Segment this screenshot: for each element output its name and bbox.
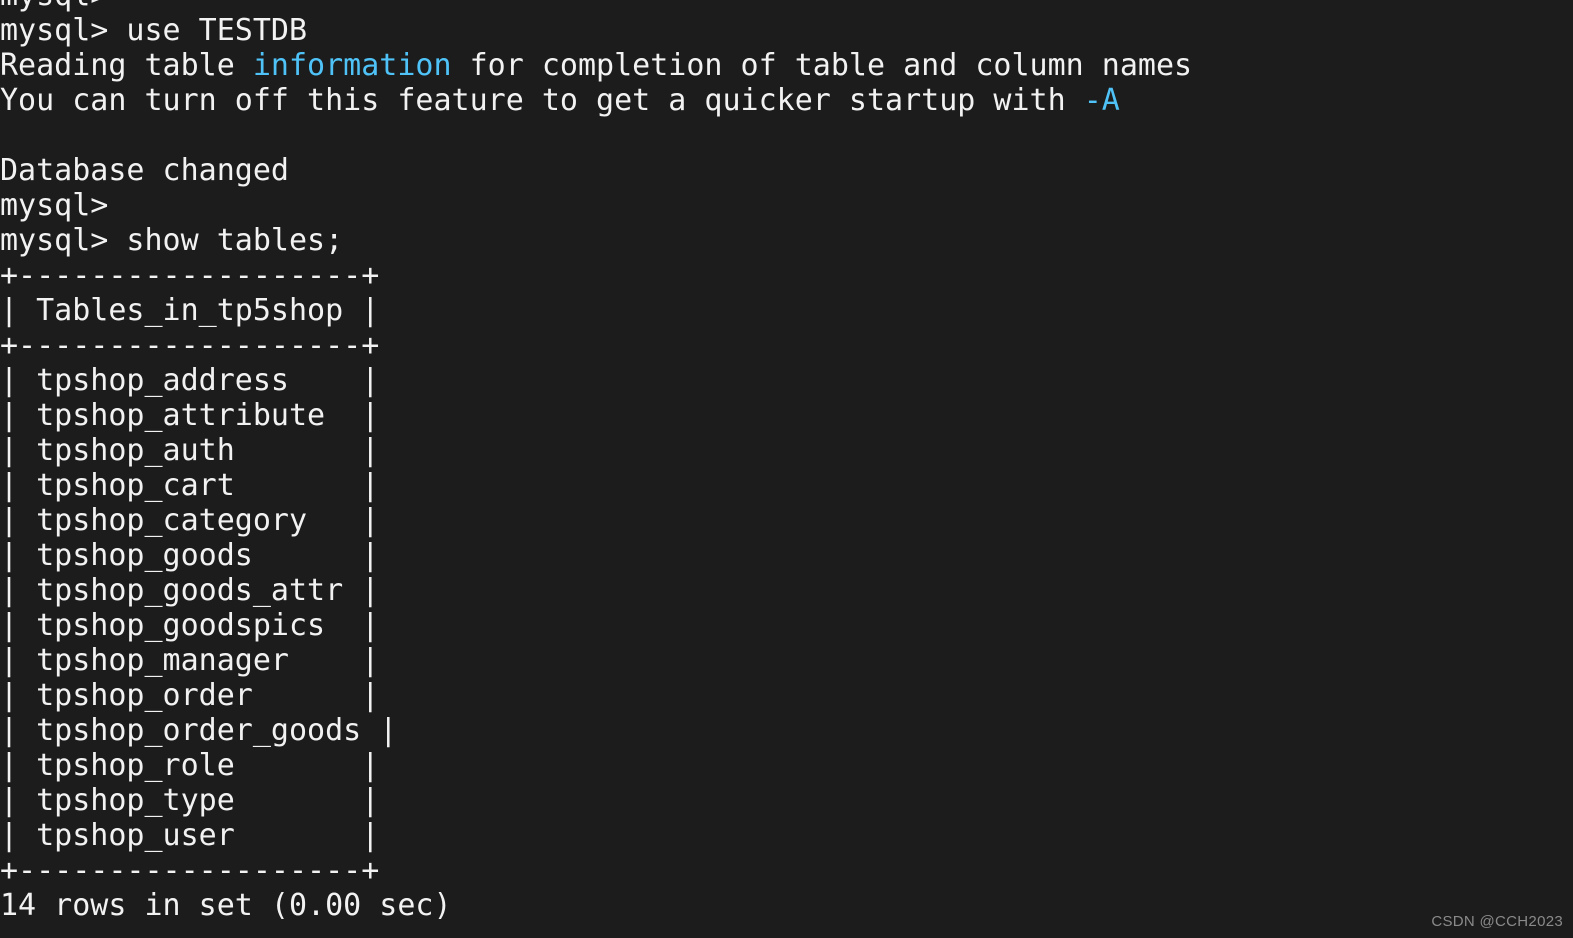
line-1-use-testdb-seg-0: mysql> use TESTDB xyxy=(0,13,308,48)
line-18-row-goodspics: | tpshop_goodspics | xyxy=(0,608,1573,643)
line-15-row-category: | tpshop_category | xyxy=(0,503,1573,538)
line-10-rule-mid: +-------------------+ xyxy=(0,328,1573,363)
line-3-turn-off-seg-1: -A xyxy=(1083,83,1120,118)
line-16-row-goods-seg-0: | tpshop_goods | xyxy=(0,538,380,573)
line-0-partial-prompt-seg-0: mysql> xyxy=(0,0,108,13)
line-21-row-order-goods: | tpshop_order_goods | xyxy=(0,713,1573,748)
line-7-show-tables-seg-0: mysql> show tables; xyxy=(0,223,344,258)
line-2-reading-table-seg-1: information xyxy=(252,48,452,83)
line-6-empty-prompt-seg-0: mysql> xyxy=(0,188,109,223)
line-8-rule-top-seg-0: +-------------------+ xyxy=(0,258,380,293)
line-8-rule-top: +-------------------+ xyxy=(0,258,1573,293)
terminal-output: mysql>mysql> use TESTDBReading table inf… xyxy=(0,0,1573,923)
line-25-rule-bottom: +-------------------+ xyxy=(0,853,1573,888)
line-3-turn-off: You can turn off this feature to get a q… xyxy=(0,83,1573,118)
line-17-row-goods-attr: | tpshop_goods_attr | xyxy=(0,573,1573,608)
line-19-row-manager: | tpshop_manager | xyxy=(0,643,1573,678)
line-12-row-attribute: | tpshop_attribute | xyxy=(0,398,1573,433)
line-17-row-goods-attr-seg-0: | tpshop_goods_attr | xyxy=(0,573,380,608)
line-13-row-auth: | tpshop_auth | xyxy=(0,433,1573,468)
terminal-window[interactable]: mysql>mysql> use TESTDBReading table inf… xyxy=(0,0,1573,938)
line-7-show-tables: mysql> show tables; xyxy=(0,223,1573,258)
line-9-header: | Tables_in_tp5shop | xyxy=(0,293,1573,328)
line-0-partial-prompt: mysql> xyxy=(0,0,1573,13)
line-26-row-count: 14 rows in set (0.00 sec) xyxy=(0,888,1573,923)
line-13-row-auth-seg-0: | tpshop_auth | xyxy=(0,433,380,468)
watermark-label: CSDN @CCH2023 xyxy=(1431,913,1563,930)
line-4-blank xyxy=(0,118,1573,153)
line-5-database-changed: Database changed xyxy=(0,153,1573,188)
line-20-row-order: | tpshop_order | xyxy=(0,678,1573,713)
line-23-row-type: | tpshop_type | xyxy=(0,783,1573,818)
line-16-row-goods: | tpshop_goods | xyxy=(0,538,1573,573)
line-14-row-cart: | tpshop_cart | xyxy=(0,468,1573,503)
line-18-row-goodspics-seg-0: | tpshop_goodspics | xyxy=(0,608,380,643)
line-14-row-cart-seg-0: | tpshop_cart | xyxy=(0,468,380,503)
line-11-row-address: | tpshop_address | xyxy=(0,363,1573,398)
line-25-rule-bottom-seg-0: +-------------------+ xyxy=(0,853,380,888)
line-19-row-manager-seg-0: | tpshop_manager | xyxy=(0,643,380,678)
line-23-row-type-seg-0: | tpshop_type | xyxy=(0,783,380,818)
line-26-row-count-seg-0: 14 rows in set (0.00 sec) xyxy=(0,888,452,923)
line-22-row-role: | tpshop_role | xyxy=(0,748,1573,783)
line-15-row-category-seg-0: | tpshop_category | xyxy=(0,503,380,538)
line-24-row-user: | tpshop_user | xyxy=(0,818,1573,853)
line-20-row-order-seg-0: | tpshop_order | xyxy=(0,678,380,713)
line-6-empty-prompt: mysql> xyxy=(0,188,1573,223)
line-10-rule-mid-seg-0: +-------------------+ xyxy=(0,328,380,363)
line-2-reading-table: Reading table information for completion… xyxy=(0,48,1573,83)
line-2-reading-table-seg-2: for completion of table and column names xyxy=(451,48,1193,83)
line-21-row-order-goods-seg-0: | tpshop_order_goods | xyxy=(0,713,398,748)
line-3-turn-off-seg-0: You can turn off this feature to get a q… xyxy=(0,83,1084,118)
line-11-row-address-seg-0: | tpshop_address | xyxy=(0,363,380,398)
line-24-row-user-seg-0: | tpshop_user | xyxy=(0,818,380,853)
line-1-use-testdb: mysql> use TESTDB xyxy=(0,13,1573,48)
line-12-row-attribute-seg-0: | tpshop_attribute | xyxy=(0,398,380,433)
line-5-database-changed-seg-0: Database changed xyxy=(0,153,289,188)
line-9-header-seg-0: | Tables_in_tp5shop | xyxy=(0,293,380,328)
line-22-row-role-seg-0: | tpshop_role | xyxy=(0,748,380,783)
line-2-reading-table-seg-0: Reading table xyxy=(0,48,253,83)
